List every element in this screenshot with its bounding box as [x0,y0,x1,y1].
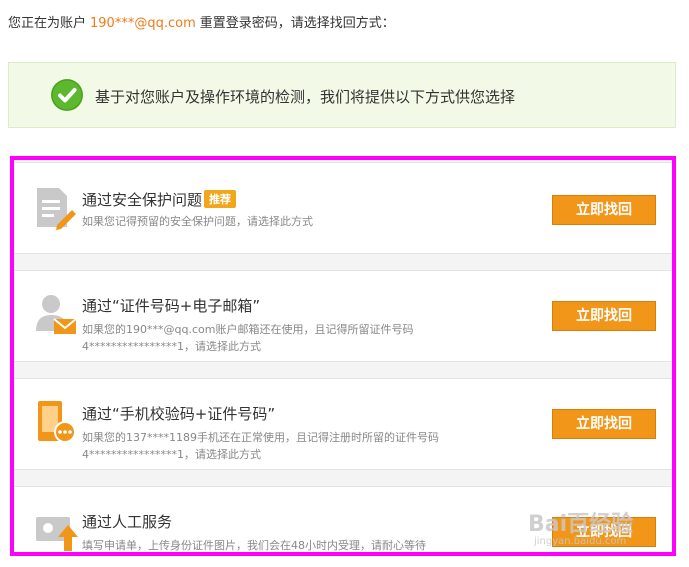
option-id-email: 通过“证件号码+电子邮箱” 如果您的190***@qq.com账户邮箱还在使用，… [14,270,672,362]
option-security-question: 通过安全保护问题 推荐 如果您记得预留的安全保护问题，请选择此方式 立即找回 [14,162,672,254]
detection-notice: 基于对您账户及操作环境的检测，我们将提供以下方式供您选择 [8,62,676,128]
id-card-upload-icon [34,507,80,552]
document-pencil-icon [34,185,80,231]
recover-now-button-manual-service[interactable]: 立即找回 [552,517,656,547]
option-title: 通过人工服务 [82,513,173,531]
account-name: 190***@qq.com [90,16,196,31]
option-desc-line1: 如果您的137****1189手机还在正常使用，且记得注册时所留的证件号码 [82,431,439,444]
recover-now-button-security-question[interactable]: 立即找回 [552,195,656,225]
option-desc-line2: 4****************1，请选择此方式 [82,340,261,353]
reset-prefix: 您正在为账户 [8,16,87,31]
person-mail-icon [34,291,80,337]
recovery-options: 通过安全保护问题 推荐 如果您记得预留的安全保护问题，请选择此方式 立即找回 通过… [10,156,676,556]
reset-target-line: 您正在为账户 190***@qq.com 重置登录密码，请选择找回方式： [8,12,395,31]
option-desc: 如果您记得预留的安全保护问题，请选择此方式 [82,215,313,228]
option-desc: 填写申请单，上传身份证件图片，我们会在48小时内受理，请耐心等待 [82,539,426,552]
option-desc-line1: 如果您的190***@qq.com账户邮箱还在使用，且记得所留证件号码 [82,323,414,336]
option-manual-service: 通过人工服务 填写申请单，上传身份证件图片，我们会在48小时内受理，请耐心等待 … [14,486,672,552]
option-title: 通过安全保护问题 推荐 [82,189,237,210]
phone-message-icon [34,399,80,445]
check-circle-icon [51,79,83,111]
option-title: 通过“手机校验码+证件号码” [82,405,276,423]
recommend-badge: 推荐 [204,190,237,208]
recover-now-button-phone-id[interactable]: 立即找回 [552,409,656,439]
recover-now-button-id-email[interactable]: 立即找回 [552,301,656,331]
option-title: 通过“证件号码+电子邮箱” [82,297,261,315]
notice-message: 基于对您账户及操作环境的检测，我们将提供以下方式供您选择 [95,88,516,106]
option-desc-line2: 4****************1，请选择此方式 [82,448,261,461]
option-phone-id: 通过“手机校验码+证件号码” 如果您的137****1189手机还在正常使用，且… [14,378,672,470]
reset-suffix: 重置登录密码，请选择找回方式： [199,16,395,31]
